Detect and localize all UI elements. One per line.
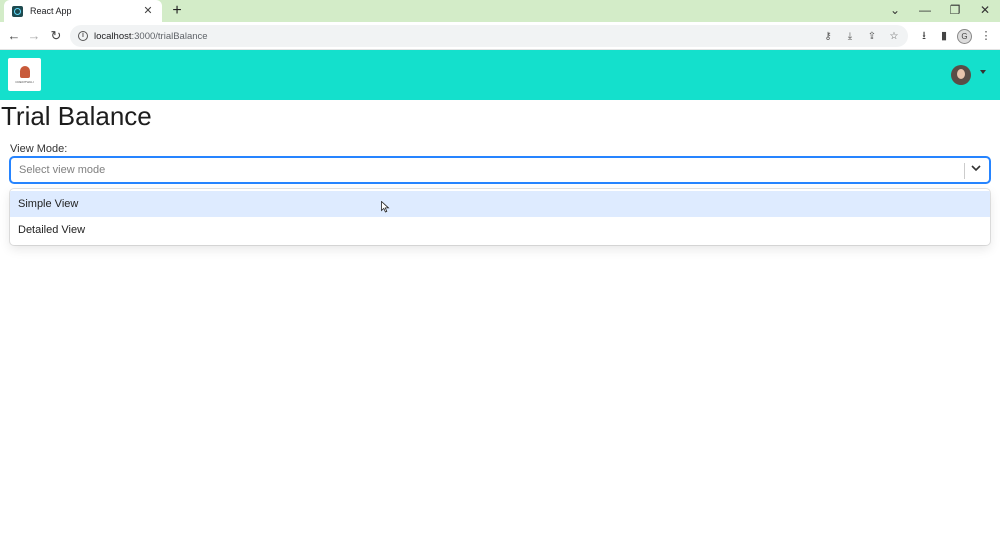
view-mode-select[interactable]: Select view mode	[10, 157, 990, 183]
reload-icon[interactable]: ↻	[46, 26, 66, 46]
mouse-cursor-icon	[381, 201, 390, 213]
logo-mark-icon	[19, 65, 30, 78]
back-arrow-icon[interactable]: ←	[4, 26, 24, 46]
site-info-icon[interactable]: i	[78, 31, 88, 41]
view-mode-label: View Mode:	[10, 143, 68, 155]
caret-down-icon[interactable]	[980, 70, 986, 74]
select-placeholder: Select view mode	[19, 164, 106, 176]
profile-avatar-icon[interactable]: G	[957, 29, 972, 44]
forward-arrow-icon[interactable]: →	[24, 26, 44, 46]
url-path: :3000/trialBalance	[131, 30, 208, 42]
page-title: Trial Balance	[1, 101, 152, 131]
tab-title: React App	[30, 6, 72, 16]
browser-toolbar: ← → ↻ i localhost:3000/trialBalance ⚷ ⤓ …	[0, 22, 1000, 50]
restore-button[interactable]: ❐	[940, 0, 970, 22]
new-tab-button[interactable]: +	[169, 3, 185, 19]
option-simple-view[interactable]: Simple View	[10, 191, 990, 217]
app-logo[interactable]: CREDITWALI	[8, 58, 41, 91]
bookmark-star-icon[interactable]: ☆	[888, 31, 900, 42]
app-header: CREDITWALI	[0, 50, 1000, 100]
downloads-icon[interactable]: ⭳	[914, 26, 934, 46]
browser-tabstrip: React App ✕ + ⌄ — ❐ ✕	[0, 0, 1000, 22]
chevron-down-icon[interactable]	[969, 162, 983, 178]
install-icon[interactable]: ⤓	[844, 31, 856, 42]
close-window-button[interactable]: ✕	[970, 0, 1000, 22]
react-favicon-icon	[12, 5, 23, 17]
url-host: localhost	[94, 30, 132, 42]
tab-close-icon[interactable]: ✕	[142, 5, 154, 17]
logo-text: CREDITWALI	[15, 79, 34, 84]
user-avatar[interactable]	[951, 65, 971, 85]
option-detailed-view[interactable]: Detailed View	[10, 217, 990, 243]
minimize-button[interactable]: —	[910, 0, 940, 22]
address-bar[interactable]: i localhost:3000/trialBalance ⚷ ⤓ ⇪ ☆	[70, 25, 908, 47]
share-icon[interactable]: ⇪	[866, 31, 878, 42]
side-panel-icon[interactable]: ▮	[934, 26, 954, 46]
key-icon[interactable]: ⚷	[822, 31, 834, 42]
view-mode-menu: Simple View Detailed View	[10, 189, 990, 245]
select-separator	[964, 163, 965, 179]
browser-menu-icon[interactable]: ⋮	[976, 26, 996, 46]
tab-search-chevron-icon[interactable]: ⌄	[880, 0, 910, 22]
browser-tab[interactable]: React App ✕	[4, 0, 162, 22]
